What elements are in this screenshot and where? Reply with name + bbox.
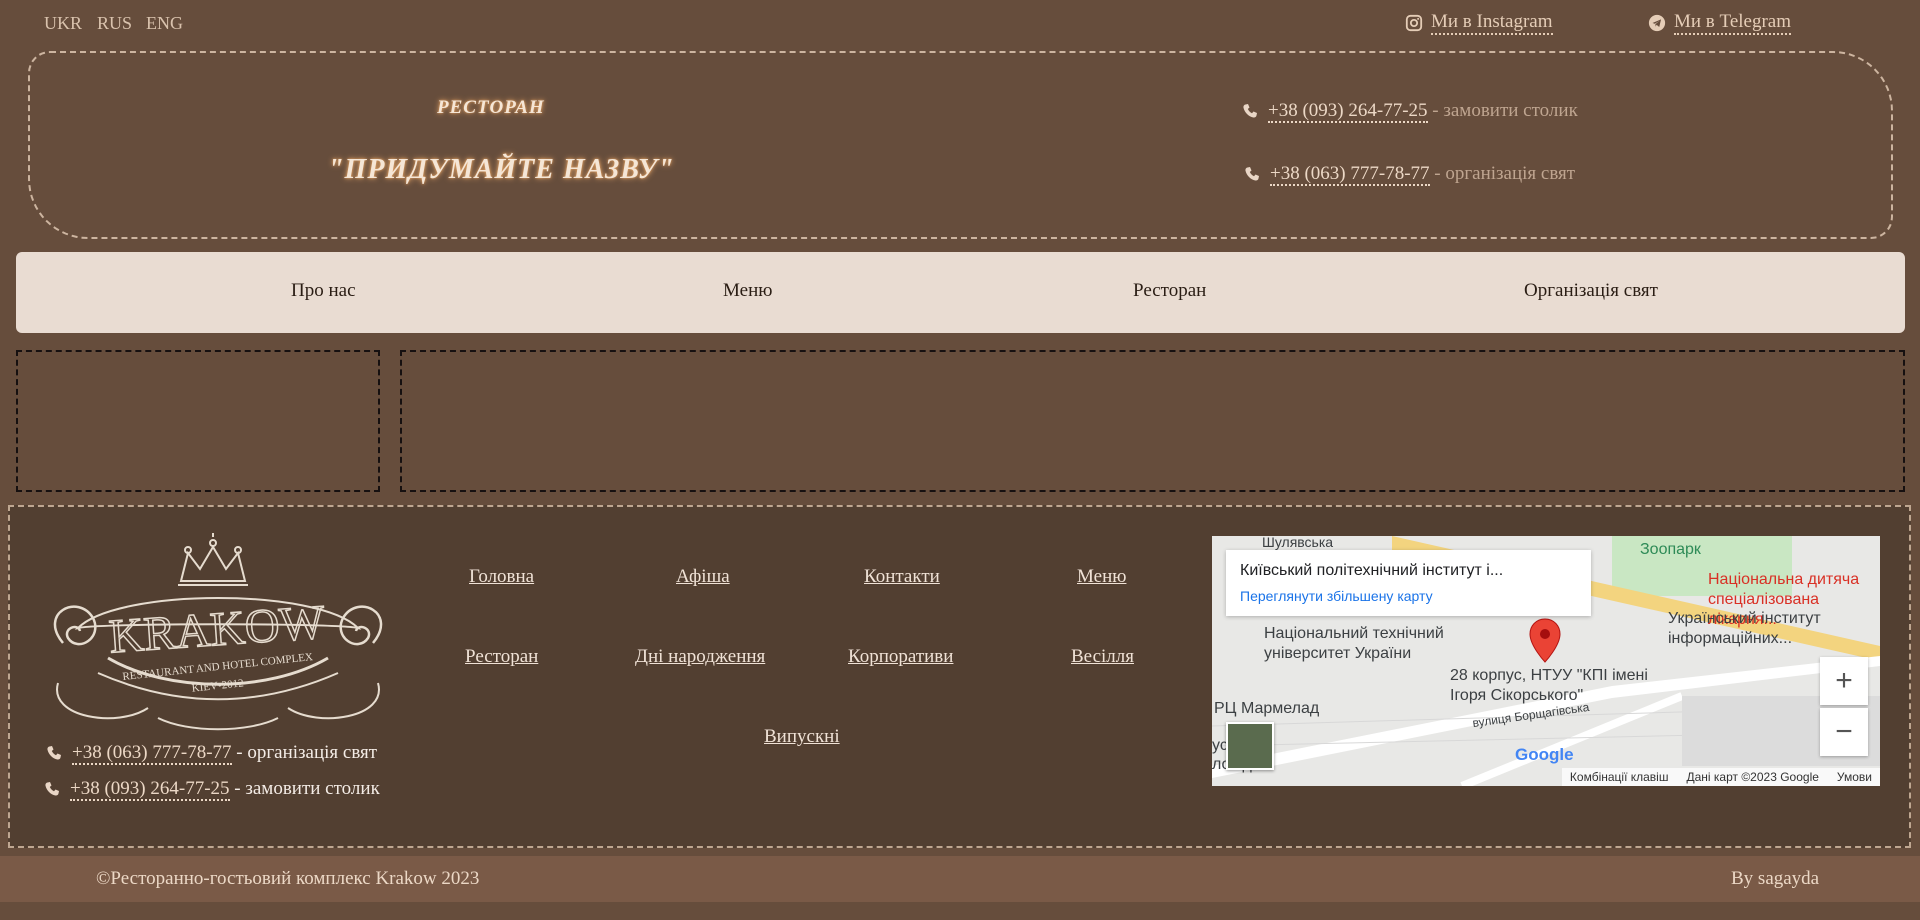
map-pin-icon[interactable]	[1528, 618, 1562, 664]
lang-ukr[interactable]: UKR	[44, 13, 82, 34]
sidebar-placeholder	[16, 350, 380, 492]
map-label-korpus: 28 корпус, НТУУ "КПІ імені Ігоря Сікорсь…	[1450, 667, 1648, 704]
map-data-label: Дані карт ©2023 Google	[1686, 770, 1819, 784]
map-shortcuts-link[interactable]: Комбінації клавіш	[1570, 770, 1669, 784]
footer-phone-number-table[interactable]: +38 (093) 264-77-25	[70, 778, 230, 801]
nav-restaurant[interactable]: Ресторан	[1133, 280, 1206, 302]
instagram-label: Ми в Instagram	[1431, 11, 1553, 35]
map-label-uiit: Український інститут інформаційних...	[1668, 610, 1821, 647]
instagram-link[interactable]: Ми в Instagram	[1405, 11, 1553, 35]
map-label-shulyavska: Шулявська	[1262, 536, 1334, 550]
content-placeholder	[400, 350, 1905, 492]
phone-number-events[interactable]: +38 (063) 777-78-77	[1270, 163, 1430, 186]
map-place-card: Київський політехнічний інститут і... Пе…	[1226, 550, 1591, 616]
restaurant-label: РЕСТОРАН	[437, 97, 545, 118]
footer-phone-desc-table: - замовити столик	[229, 778, 380, 799]
footer-link-restaurant[interactable]: Ресторан	[465, 646, 538, 668]
nav-events[interactable]: Організація свят	[1524, 280, 1658, 302]
telegram-link[interactable]: Ми в Telegram	[1648, 11, 1791, 35]
lang-rus[interactable]: RUS	[97, 13, 132, 34]
map-terms-link[interactable]: Умови	[1837, 770, 1872, 784]
zoom-in-button[interactable]: +	[1820, 657, 1868, 705]
phone-desc-events: - організація свят	[1429, 163, 1576, 184]
logo-city: KIEV•2012	[191, 677, 244, 694]
footer-link-menu[interactable]: Меню	[1077, 566, 1126, 588]
zoom-out-button[interactable]: −	[1820, 708, 1868, 756]
header-phone-events: +38 (063) 777-78-77 - організація свят	[1244, 163, 1576, 186]
telegram-icon	[1648, 14, 1666, 32]
footer-link-afisha[interactable]: Афіша	[676, 566, 730, 588]
phone-number-table[interactable]: +38 (093) 264-77-25	[1268, 100, 1428, 123]
footer-link-contacts[interactable]: Контакти	[864, 566, 940, 588]
copyright-bar: ©Ресторанно-гостьовий комплекс Krakow 20…	[0, 856, 1920, 902]
map-label-rc: РЦ Мармелад	[1214, 700, 1320, 717]
instagram-icon	[1405, 14, 1423, 32]
nav-about[interactable]: Про нас	[291, 280, 356, 302]
phone-desc-table: - замовити столик	[1427, 100, 1578, 121]
header-phone-table: +38 (093) 264-77-25 - замовити столик	[1242, 100, 1578, 123]
telegram-label: Ми в Telegram	[1674, 11, 1791, 35]
map-label-zoo: Зоопарк	[1640, 541, 1701, 558]
lang-eng[interactable]: ENG	[146, 13, 183, 34]
footer-phone-desc-events: - організація свят	[231, 742, 378, 763]
nav-menu[interactable]: Меню	[723, 280, 772, 302]
phone-icon	[1245, 167, 1259, 181]
satellite-toggle-button[interactable]	[1226, 722, 1274, 770]
footer-phone-table: +38 (093) 264-77-25 - замовити столик	[44, 778, 380, 801]
map-attribution: Комбінації клавіш Дані карт ©2023 Google…	[1561, 768, 1880, 786]
author-credit: By sagayda	[1731, 868, 1820, 889]
phone-icon	[45, 782, 59, 796]
footer-link-weddings[interactable]: Весілля	[1071, 646, 1134, 668]
google-map[interactable]: Шулявська Зоопарк Національна дитяча спе…	[1212, 536, 1880, 786]
restaurant-name: "ПРИДУМАЙТЕ НАЗВУ"	[328, 154, 675, 185]
footer-phone-events: +38 (063) 777-78-77 - організація свят	[46, 742, 378, 765]
footer-link-birthdays[interactable]: Дні народження	[635, 646, 765, 668]
krakow-logo: KRAKOW RESTAURANT AND HOTEL COMPLEX KIEV…	[53, 533, 383, 731]
footer-link-home[interactable]: Головна	[469, 566, 534, 588]
footer-phone-number-events[interactable]: +38 (063) 777-78-77	[72, 742, 232, 765]
map-place-title: Київський політехнічний інститут і...	[1240, 562, 1504, 579]
google-logo: Google	[1515, 745, 1574, 764]
map-label-ntuu: Національний технічний університет Украї…	[1264, 625, 1444, 662]
footer-link-graduation[interactable]: Випускні	[764, 726, 840, 748]
top-bar: UKR RUS ENG Ми в Instagram Ми в Telegram	[0, 0, 1920, 48]
header-box	[28, 51, 1893, 239]
phone-icon	[47, 746, 61, 760]
footer-link-corporate[interactable]: Корпоративи	[848, 646, 953, 668]
copyright-text: ©Ресторанно-гостьовий комплекс Krakow 20…	[96, 868, 480, 889]
phone-icon	[1243, 104, 1257, 118]
main-nav: Про нас Меню Ресторан Організація свят	[16, 252, 1905, 333]
map-enlarge-link[interactable]: Переглянути збільшену карту	[1240, 588, 1433, 604]
